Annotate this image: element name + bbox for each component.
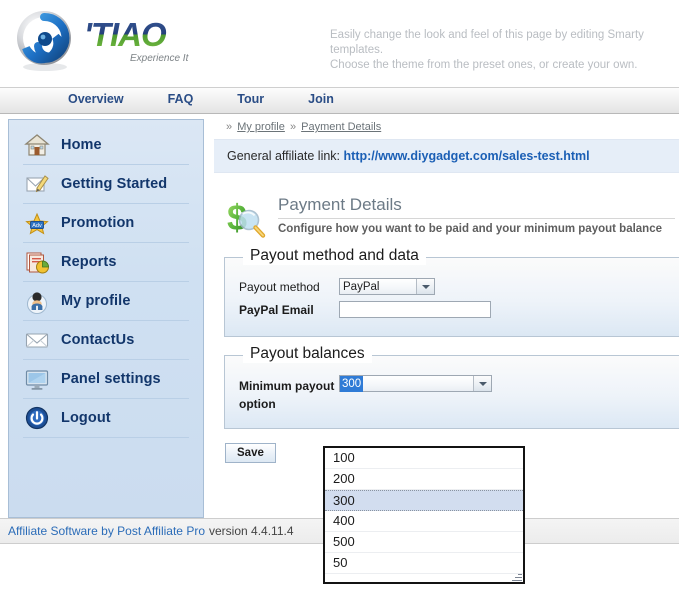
sidebar-item-promotion[interactable]: Adv Promotion xyxy=(23,204,189,243)
breadcrumb-separator: » xyxy=(289,121,297,133)
minimum-payout-dropdown-list[interactable]: 100 200 300 400 500 50 xyxy=(323,446,525,584)
sidebar-item-logout[interactable]: Logout xyxy=(23,399,189,438)
minimum-payout-value: 300 xyxy=(340,376,364,392)
nav-item-faq[interactable]: FAQ xyxy=(146,88,216,110)
sidebar-item-my-profile[interactable]: My profile xyxy=(23,282,189,321)
sidebar-item-label: Reports xyxy=(61,254,117,270)
sidebar-item-label: Logout xyxy=(61,410,111,426)
sidebar-item-getting-started[interactable]: Getting Started xyxy=(23,165,189,204)
nav-link-faq[interactable]: FAQ xyxy=(146,88,216,110)
sidebar-item-label: Promotion xyxy=(61,215,135,231)
header-description-line2: Choose the theme from the preset ones, o… xyxy=(330,59,638,71)
envelope-icon xyxy=(23,326,51,354)
page-subtitle: Configure how you want to be paid and yo… xyxy=(278,223,662,235)
nav-list: Overview FAQ Tour Join xyxy=(0,88,679,110)
dropdown-option-300[interactable]: 300 xyxy=(325,490,523,511)
nav-link-join[interactable]: Join xyxy=(286,88,356,110)
page-title-text: Payment Details Configure how you want t… xyxy=(278,195,679,235)
footer-link-post-affiliate-pro[interactable]: Affiliate Software by Post Affiliate Pro xyxy=(8,524,205,538)
minimum-payout-label-line1: Minimum payout xyxy=(239,379,335,393)
nav-item-tour[interactable]: Tour xyxy=(215,88,286,110)
breadcrumb-link-payment-details[interactable]: Payment Details xyxy=(301,121,381,133)
minimum-payout-label-line2: option xyxy=(239,397,276,411)
sidebar-item-label: Getting Started xyxy=(61,176,168,192)
paypal-email-label: PayPal Email xyxy=(239,302,314,317)
minimum-payout-row: Minimum payout option 300 xyxy=(225,362,679,416)
dollar-magnifier-icon: $ xyxy=(224,197,268,241)
header-description-line1: Easily change the look and feel of this … xyxy=(330,29,644,56)
footer-version: version 4.4.11.4 xyxy=(209,524,294,538)
paypal-email-row: PayPal Email xyxy=(225,298,679,321)
nav-link-tour[interactable]: Tour xyxy=(215,88,286,110)
save-button[interactable]: Save xyxy=(225,443,276,463)
sidebar-item-label: My profile xyxy=(61,293,131,309)
sidebar-item-label: Home xyxy=(61,137,102,153)
payout-method-legend: Payout method and data xyxy=(243,247,426,265)
payout-method-select[interactable]: PayPal xyxy=(339,278,435,295)
sidebar-item-contact-us[interactable]: ContactUs xyxy=(23,321,189,360)
payout-method-row: Payout method PayPal xyxy=(225,264,679,298)
paypal-email-input[interactable] xyxy=(339,301,491,318)
site-header: 'TIAO Experience It Easily change the lo… xyxy=(0,0,679,88)
page-title: Payment Details xyxy=(278,195,675,219)
minimum-payout-select[interactable]: 300 xyxy=(339,375,492,392)
svg-text:'TIAO: 'TIAO xyxy=(84,16,167,53)
affiliate-link-label: General affiliate link: xyxy=(227,149,341,163)
sidebar-item-label: ContactUs xyxy=(61,332,135,348)
payout-method-label: Payout method xyxy=(239,279,320,294)
sidebar-menu: Home Getting Started Adv Promotion Repor… xyxy=(8,119,204,518)
spiral-swirl-logo-icon xyxy=(12,8,78,74)
dropdown-option-200[interactable]: 200 xyxy=(325,469,523,490)
dropdown-option-50[interactable]: 50 xyxy=(325,553,523,574)
site-logo[interactable]: 'TIAO Experience It xyxy=(12,8,200,74)
sidebar-item-home[interactable]: Home xyxy=(23,126,189,165)
nav-item-overview[interactable]: Overview xyxy=(46,88,146,110)
payout-balances-legend: Payout balances xyxy=(243,345,372,363)
payout-method-value: PayPal xyxy=(343,281,380,293)
payout-balances-fieldset: Payout balances Minimum payout option 30… xyxy=(224,345,679,429)
power-button-icon xyxy=(23,404,51,432)
pencil-note-icon xyxy=(23,170,51,198)
affiliate-link-bar: General affiliate link: http://www.diyga… xyxy=(214,139,679,173)
minimum-payout-label: Minimum payout option xyxy=(239,375,339,413)
svg-text:Experience It: Experience It xyxy=(130,53,190,64)
dropdown-option-400[interactable]: 400 xyxy=(325,511,523,532)
chevron-down-icon[interactable] xyxy=(473,376,491,391)
dropdown-option-500[interactable]: 500 xyxy=(325,532,523,553)
star-badge-icon: Adv xyxy=(23,209,51,237)
sidebar-item-panel-settings[interactable]: Panel settings xyxy=(23,360,189,399)
monitor-icon xyxy=(23,365,51,393)
svg-text:Adv: Adv xyxy=(32,223,42,229)
breadcrumb-link-my-profile[interactable]: My profile xyxy=(237,121,285,133)
main-navigation: Overview FAQ Tour Join xyxy=(0,88,679,114)
logo-wordmark: 'TIAO Experience It xyxy=(82,13,200,69)
resize-grip-icon[interactable] xyxy=(511,570,522,581)
page-title-block: $ Payment Details Configure how you want… xyxy=(224,195,679,241)
affiliate-link-url[interactable]: http://www.diygadget.com/sales-test.html xyxy=(344,149,590,163)
breadcrumb-separator: » xyxy=(226,121,233,133)
payout-method-fieldset: Payout method and data Payout method Pay… xyxy=(224,247,679,337)
house-icon xyxy=(23,131,51,159)
nav-link-overview[interactable]: Overview xyxy=(46,88,146,110)
sidebar-item-label: Panel settings xyxy=(61,371,161,387)
dropdown-option-100[interactable]: 100 xyxy=(325,448,523,469)
sidebar-item-reports[interactable]: Reports xyxy=(23,243,189,282)
nav-item-join[interactable]: Join xyxy=(286,88,356,110)
pie-chart-documents-icon xyxy=(23,248,51,276)
header-description: Easily change the look and feel of this … xyxy=(330,28,679,73)
user-avatar-icon xyxy=(23,287,51,315)
breadcrumb: » My profile » Payment Details xyxy=(214,114,679,139)
chevron-down-icon[interactable] xyxy=(416,279,434,294)
